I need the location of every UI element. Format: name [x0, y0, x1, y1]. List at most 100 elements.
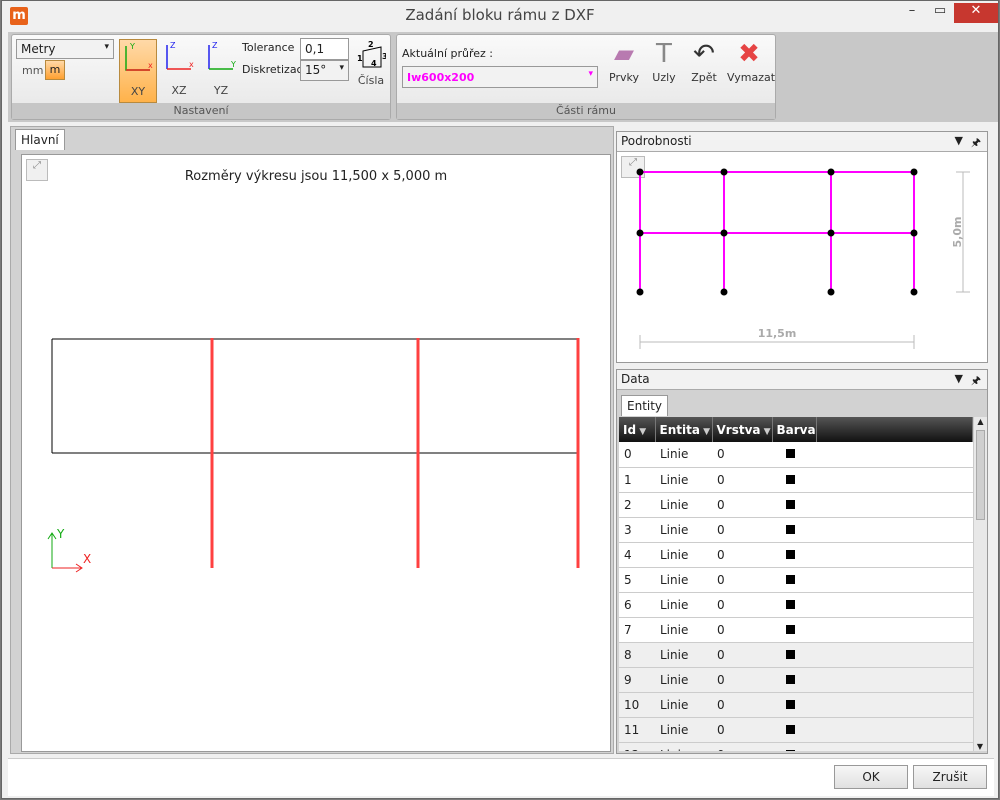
color-swatch — [786, 549, 795, 559]
dropdown-icon[interactable]: ▼ — [955, 372, 963, 385]
table-row[interactable]: 5 Linie 0 — [619, 567, 973, 593]
column-header-id[interactable]: Id ▼ — [619, 417, 656, 442]
frame-parts-group: Aktuální průřez : Iw600x200 ▰ Prvky T Uzly… — [396, 34, 776, 120]
filter-icon[interactable]: ▼ — [761, 427, 771, 437]
column-header-entita[interactable]: Entita ▼ — [655, 417, 713, 442]
svg-text:3: 3 — [382, 52, 386, 61]
elements-button[interactable]: ▰ Prvky — [602, 37, 646, 93]
color-cell — [772, 467, 817, 493]
cell: 12 — [619, 742, 655, 751]
plane-xz-button[interactable]: Zx XZ — [160, 39, 198, 103]
dropdown-icon[interactable]: ▼ — [955, 134, 963, 147]
cell: 9 — [619, 667, 655, 693]
table-row[interactable]: 10 Linie 0 — [619, 692, 973, 718]
scrollbar[interactable]: ▲ ▼ — [973, 417, 987, 751]
filter-icon[interactable]: ▼ — [636, 427, 646, 437]
cell: 2 — [619, 492, 655, 518]
color-swatch — [786, 724, 795, 734]
close-button[interactable]: ✕ — [954, 3, 998, 23]
table-row[interactable]: 8 Linie 0 — [619, 642, 973, 668]
color-swatch — [786, 624, 795, 634]
minimize-button[interactable]: – — [898, 3, 926, 23]
tool-label: Vymazat — [727, 71, 776, 84]
svg-text:Y: Y — [129, 42, 135, 51]
cell: 1 — [619, 467, 655, 493]
x-axis-label: X — [83, 552, 91, 566]
color-swatch — [786, 699, 795, 709]
numbers-icon: 21 34 — [357, 40, 388, 68]
table-row[interactable]: 12Linie0 — [619, 742, 973, 751]
data-header: Data ▼ 🖈 — [617, 370, 987, 390]
table-row[interactable]: 11 Linie 0 — [619, 717, 973, 743]
tolerance-label: Tolerance — [242, 41, 295, 54]
delete-button[interactable]: ✖ Vymazat — [727, 37, 776, 93]
table-row[interactable]: 7 Linie 0 — [619, 617, 973, 643]
pin-icon[interactable]: 🖈 — [971, 134, 981, 153]
pin-icon[interactable]: 🖈 — [971, 372, 981, 391]
cell: 0 — [712, 542, 772, 568]
column-label: Barva — [776, 422, 816, 437]
cancel-button[interactable]: Zrušit — [913, 765, 987, 789]
cell: Linie — [655, 717, 712, 743]
scrollbar-thumb[interactable] — [976, 430, 985, 520]
tool-label: Prvky — [609, 71, 639, 84]
details-title: Podrobnosti — [621, 134, 692, 148]
cell-empty — [816, 517, 973, 543]
cell: Linie — [655, 492, 712, 518]
tolerance-input[interactable]: 0,1 — [300, 38, 349, 60]
filter-icon[interactable]: ▼ — [700, 427, 710, 437]
color-swatch — [786, 674, 795, 684]
section-select[interactable]: Iw600x200 — [402, 66, 598, 88]
numbers-button[interactable]: 21 34 Čísla — [355, 39, 388, 95]
column-label: Id — [623, 422, 637, 437]
section-label: Aktuální průřez : — [402, 47, 494, 60]
units-select[interactable]: Metry — [16, 39, 114, 59]
cell: 4 — [619, 542, 655, 568]
cell: 0 — [712, 492, 772, 518]
unit-mm-button[interactable]: mm — [22, 64, 43, 77]
table-row[interactable]: 1 Linie 0 — [619, 467, 973, 493]
column-header-vrstva[interactable]: Vrstva ▼ — [712, 417, 773, 442]
cell: Linie — [655, 467, 712, 493]
details-panel: Podrobnosti ▼ 🖈 ⤢ 11,5m 5,0m — [616, 131, 988, 363]
plane-yz-button[interactable]: ZY YZ — [202, 39, 240, 103]
tab-main[interactable]: Hlavní — [15, 129, 65, 150]
cell: 0 — [619, 442, 655, 468]
color-cell — [772, 717, 817, 743]
plane-xy-button[interactable]: Yx XY — [119, 39, 157, 103]
table-row[interactable]: 2 Linie 0 — [619, 492, 973, 518]
undo-button[interactable]: ↶ Zpět — [682, 37, 726, 93]
cell: 0 — [712, 667, 772, 693]
ok-button[interactable]: OK — [834, 765, 908, 789]
numbers-label: Čísla — [357, 74, 385, 87]
tab-entity[interactable]: Entity — [621, 395, 669, 416]
unit-m-button[interactable]: m — [45, 60, 65, 80]
table-row[interactable]: 9 Linie 0 — [619, 667, 973, 693]
cell-empty — [816, 642, 973, 668]
title-bar: m Zadání bloku rámu z DXF – ▭ ✕ — [2, 1, 998, 31]
nodes-button[interactable]: T Uzly — [642, 37, 686, 93]
drawing-canvas[interactable]: ⤢ Rozměry výkresu jsou 11,500 x 5,000 m … — [21, 154, 611, 752]
width-dimension-label: 11,5m — [758, 327, 797, 340]
column-header-barva[interactable]: Barva — [772, 417, 817, 442]
tool-label: Uzly — [652, 71, 676, 84]
cell: 11 — [619, 717, 655, 743]
cell-empty — [816, 692, 973, 718]
dialog-window: m Zadání bloku rámu z DXF – ▭ ✕ Metry mm… — [1, 0, 999, 799]
ribbon: Metry mm m Yx XY Zx XZ ZY YZ Tolerance 0… — [8, 32, 998, 122]
cell: Linie — [655, 642, 712, 668]
cell: 0 — [712, 692, 772, 718]
cell-empty — [816, 742, 973, 751]
cell-empty — [816, 667, 973, 693]
table-row[interactable]: 3 Linie 0 — [619, 517, 973, 543]
discretization-select[interactable]: 15° — [300, 60, 349, 81]
table-row[interactable]: 4 Linie 0 — [619, 542, 973, 568]
cell: Linie — [655, 542, 712, 568]
data-title: Data — [621, 372, 650, 386]
cell-empty — [816, 467, 973, 493]
table-row[interactable]: 6 Linie 0 — [619, 592, 973, 618]
color-cell — [772, 742, 817, 751]
table-row[interactable]: 0 Linie 0 — [619, 442, 973, 468]
maximize-button[interactable]: ▭ — [926, 3, 954, 23]
settings-group: Metry mm m Yx XY Zx XZ ZY YZ Tolerance 0… — [11, 34, 391, 120]
